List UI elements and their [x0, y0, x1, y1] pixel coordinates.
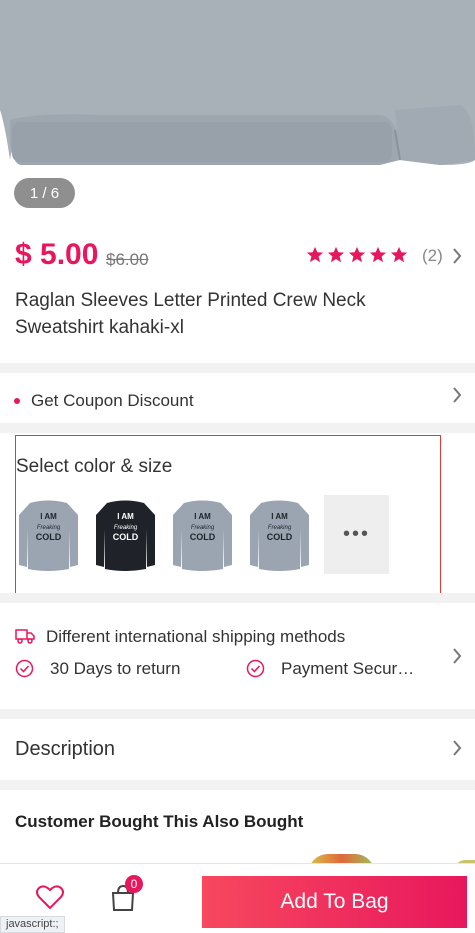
add-to-bag-button[interactable]: Add To Bag: [202, 876, 467, 928]
sweatshirt-print-text: I AM: [194, 512, 211, 521]
sweatshirt-print-text: COLD: [190, 532, 216, 542]
description-label: Description: [15, 738, 116, 760]
section-divider: [0, 780, 475, 790]
sweatshirt-print-text: COLD: [267, 532, 293, 542]
chevron-right-icon: [453, 740, 462, 756]
product-image[interactable]: 1 / 6: [0, 0, 475, 222]
star-icon: [390, 246, 408, 263]
variant-thumb[interactable]: I AM FreakingCOLD: [93, 495, 158, 574]
chevron-right-icon[interactable]: [452, 248, 462, 264]
sweatshirt-print-text: I AM: [40, 512, 57, 521]
bottom-action-bar: 0 Add To Bag: [0, 863, 475, 932]
sweatshirt-print-text: Freaking: [191, 525, 215, 531]
select-color-size-title: Select color & size: [16, 456, 173, 477]
gallery-page-indicator: 1 / 6: [14, 178, 75, 208]
returns-text: 30 Days to return: [50, 659, 181, 678]
variant-thumb[interactable]: I AM FreakingCOLD: [170, 495, 235, 574]
chevron-right-icon: [453, 387, 462, 403]
coupon-label: Get Coupon Discount: [31, 391, 194, 410]
sweatshirt-print-text: Freaking: [268, 525, 292, 531]
sweatshirt-print-text: I AM: [271, 512, 288, 521]
variant-thumb[interactable]: I AM FreakingCOLD: [16, 495, 81, 574]
more-variants-button[interactable]: •••: [324, 495, 389, 574]
sweatshirt-print-text: COLD: [36, 532, 62, 542]
current-price: $ 5.00: [15, 238, 99, 271]
chevron-right-icon: [453, 648, 462, 664]
select-color-size[interactable]: Select color & size I AM Freaking COLD I A…: [15, 435, 441, 602]
sweatshirt-print-text: Freaking: [37, 525, 61, 531]
check-circle-icon: [246, 659, 265, 678]
shipping-methods-text: Different international shipping methods: [46, 627, 346, 646]
star-icon: [369, 246, 387, 263]
section-divider: [0, 593, 475, 603]
variant-thumbs: I AM Freaking COLD I AM Freaking COLD I AM Fr…: [16, 495, 389, 574]
rating-stars[interactable]: [306, 246, 408, 264]
bag-count-badge: 0: [125, 875, 143, 893]
section-divider: [0, 363, 475, 373]
product-title: Raglan Sleeves Letter Printed Crew Neck …: [15, 290, 366, 338]
check-circle-icon: [15, 659, 34, 678]
sweatshirt-print-text: Freaking: [114, 525, 138, 531]
sweatshirt-print-text: COLD: [113, 532, 139, 542]
sweatshirt-print-text: I AM: [117, 512, 134, 521]
review-count[interactable]: (2): [422, 246, 443, 266]
star-icon: [327, 246, 345, 263]
star-icon: [306, 246, 324, 263]
also-bought-title: Customer Bought This Also Bought: [15, 812, 304, 831]
variant-thumb[interactable]: I AM FreakingCOLD: [247, 495, 312, 574]
payment-security-text: Payment Secur…: [281, 659, 415, 678]
star-icon: [348, 246, 366, 263]
section-divider: [0, 423, 475, 433]
truck-icon: [15, 629, 35, 644]
original-price: $6.00: [106, 250, 149, 269]
section-divider: [0, 709, 475, 719]
heart-icon[interactable]: [36, 884, 64, 910]
bullet-dot: [14, 398, 20, 404]
status-bar-url: javascript:;: [0, 916, 65, 933]
